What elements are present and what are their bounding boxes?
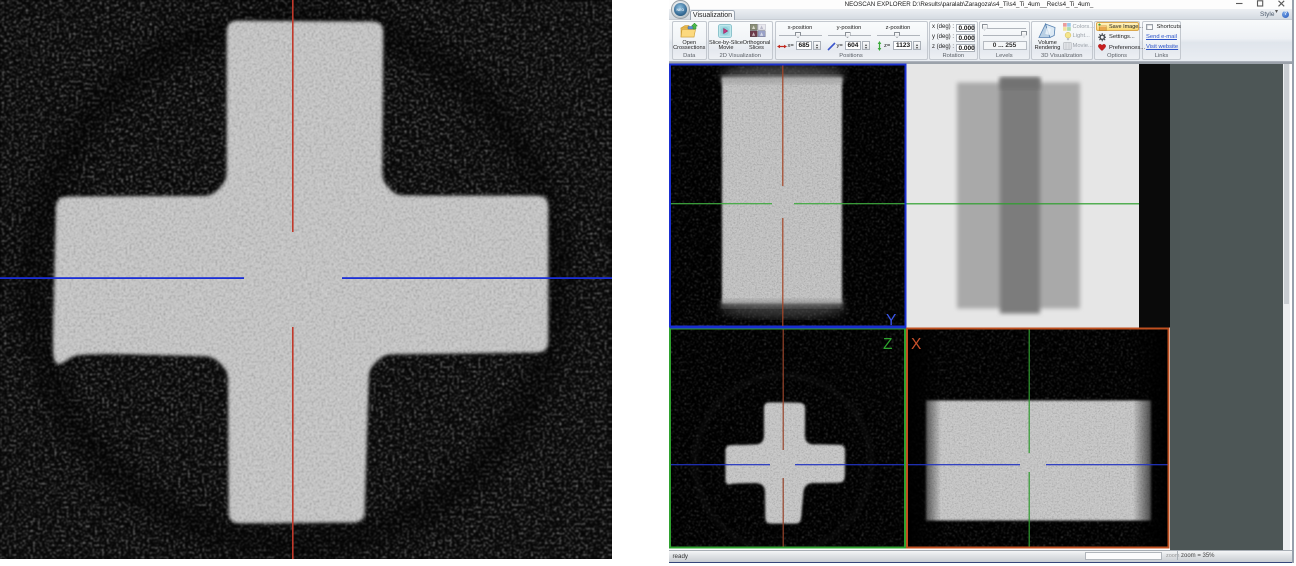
svg-text:X: X bbox=[911, 336, 922, 353]
svg-text:Y: Y bbox=[886, 312, 896, 329]
svg-text:Z: Z bbox=[883, 336, 892, 353]
